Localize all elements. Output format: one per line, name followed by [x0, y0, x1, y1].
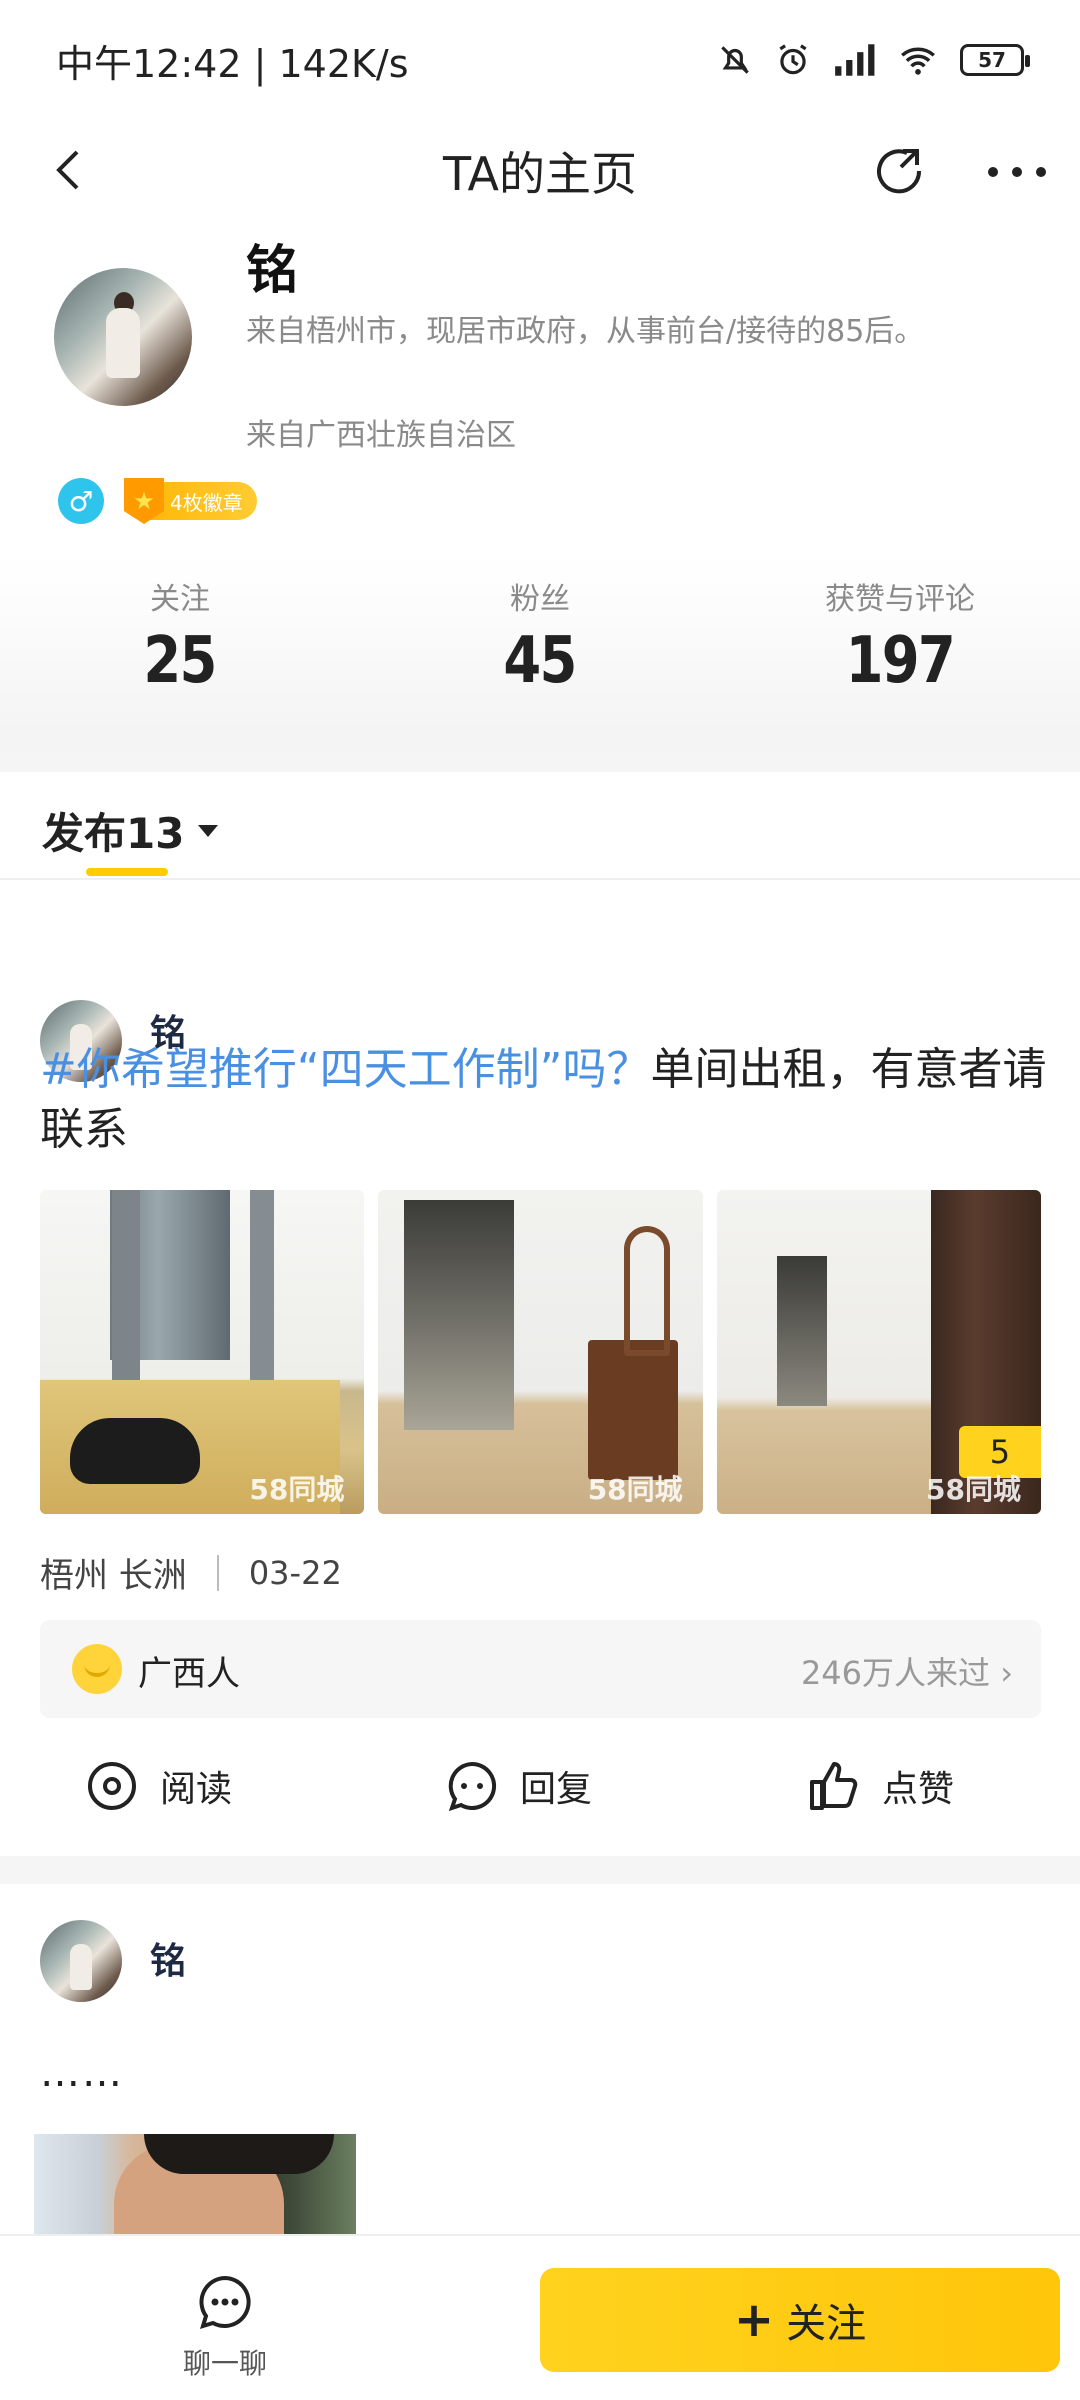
mute-bell-icon — [721, 46, 749, 74]
photo-curtain — [250, 1190, 274, 1400]
post-image-grid: 58同城 58同城 5 58同城 — [40, 1190, 1041, 1514]
post-image[interactable]: 58同城 — [378, 1190, 703, 1514]
post-header-spacer — [0, 920, 1080, 922]
more-icon — [988, 167, 1046, 177]
tab-posts-label: 发布13 — [42, 809, 185, 858]
post-text[interactable]: #你希望推行“四天工作制”吗？单间出租，有意者请联系 — [40, 1040, 1050, 1160]
tab-bar: 发布13 — [0, 772, 1080, 880]
follow-button[interactable]: + 关注 — [540, 2268, 1060, 2372]
post-date: 03-22 — [248, 1553, 342, 1592]
read-button[interactable]: 阅读 — [86, 1760, 232, 1812]
caret-down-icon — [198, 824, 219, 837]
chat-label: 聊一聊 — [182, 2347, 267, 2380]
battery-icon: 57 — [960, 44, 1030, 76]
post-text[interactable]: …… — [40, 2050, 124, 2096]
profile-name: 铭 — [246, 241, 299, 301]
stat-value: 197 — [845, 624, 956, 698]
image-watermark: 58同城 — [249, 1473, 345, 1506]
chat-button[interactable]: 聊一聊 — [170, 2272, 280, 2382]
more-button[interactable] — [982, 140, 1052, 204]
nav-bar: TA的主页 — [0, 120, 1080, 220]
photo-doorway — [404, 1200, 515, 1430]
image-watermark: 58同城 — [926, 1473, 1021, 1506]
photo-hair — [144, 2134, 334, 2174]
bottom-action-bar: 聊一聊 + 关注 — [0, 2234, 1080, 2400]
post-image[interactable]: 58同城 — [40, 1190, 365, 1514]
eye-icon — [88, 1762, 136, 1810]
stat-label: 获赞与评论 — [825, 582, 975, 617]
tab-indicator — [86, 868, 168, 876]
avatar-figure-body — [106, 308, 140, 378]
circle-visitors-text: 246万人来过 — [800, 1654, 991, 1692]
reply-button[interactable]: 回复 — [446, 1760, 592, 1812]
post-meta: 梧州 长洲 03-22 — [40, 1548, 342, 1597]
like-button[interactable]: 点赞 — [808, 1760, 954, 1812]
photo-desk — [588, 1340, 679, 1480]
stat-followers[interactable]: 粉丝 45 — [360, 556, 720, 752]
section-divider — [0, 752, 1080, 772]
profile-region: 来自广西壮族自治区 — [246, 418, 516, 453]
badge-chip[interactable]: ★ 4枚徽章 — [124, 478, 257, 524]
photo-curtain — [112, 1190, 140, 1390]
image-watermark: 58同城 — [587, 1473, 683, 1506]
profile-avatar[interactable] — [54, 268, 192, 406]
reply-label: 回复 — [520, 1769, 593, 1810]
post-topic-link[interactable]: #你希望推行“四天工作制”吗？ — [40, 1044, 650, 1095]
stat-value: 45 — [503, 624, 578, 698]
thumbs-up-icon — [810, 1762, 858, 1810]
profile-stats: 关注 25 粉丝 45 获赞与评论 197 — [0, 556, 1080, 752]
circle-card[interactable]: 广西人 246万人来过 › — [40, 1620, 1041, 1718]
like-label: 点赞 — [882, 1769, 955, 1810]
photo-bag — [70, 1418, 200, 1484]
smile-emoji-icon — [72, 1644, 122, 1694]
post-author-avatar[interactable] — [40, 1920, 122, 2002]
photo-doorway — [776, 1256, 827, 1406]
stat-likes-comments[interactable]: 获赞与评论 197 — [720, 556, 1080, 752]
post-divider — [0, 1856, 1080, 1884]
status-bar: 中午12:42 | 142K/s 57 — [0, 0, 1080, 120]
status-time: 中午12:42 | 142K/s — [56, 41, 409, 86]
stat-value: 25 — [143, 624, 218, 698]
chat-bubble-icon — [199, 2275, 251, 2329]
share-icon — [877, 149, 922, 194]
meta-divider — [216, 1554, 219, 1591]
post-image[interactable]: 5 58同城 — [716, 1190, 1041, 1514]
stat-label: 关注 — [150, 582, 210, 617]
follow-label: 关注 — [786, 2301, 867, 2347]
male-gender-icon: ♂ — [58, 478, 104, 524]
status-icons: 57 — [716, 41, 1030, 79]
read-label: 阅读 — [160, 1769, 233, 1810]
wifi-icon — [901, 47, 935, 75]
circle-name: 广西人 — [138, 1654, 240, 1694]
post-author-name[interactable]: 铭 — [150, 1932, 186, 1984]
circle-visitors: 246万人来过 › — [801, 1648, 1013, 1694]
plus-icon: + — [733, 2292, 775, 2348]
post-actions: 阅读 回复 点赞 — [0, 1740, 1080, 1840]
post-location[interactable]: 梧州 长洲 — [40, 1548, 187, 1597]
chevron-right-icon: › — [1000, 1654, 1013, 1692]
stat-label: 粉丝 — [510, 582, 570, 617]
photo-mirror — [624, 1226, 671, 1356]
stat-following[interactable]: 关注 25 — [0, 556, 360, 752]
post-image[interactable] — [34, 2134, 356, 2234]
star-badge-icon: ★ — [124, 478, 164, 524]
comment-icon — [448, 1761, 497, 1812]
alarm-icon — [779, 44, 807, 75]
signal-icon — [835, 44, 875, 76]
share-button[interactable] — [868, 140, 932, 204]
badge-label: 4枚徽章 — [170, 490, 243, 515]
profile-bio: 来自梧州市，现居市政府，从事前台/接待的85后。 — [246, 314, 925, 349]
tab-posts[interactable]: 发布13 — [42, 800, 219, 861]
avatar-figure-body — [70, 1944, 92, 1990]
